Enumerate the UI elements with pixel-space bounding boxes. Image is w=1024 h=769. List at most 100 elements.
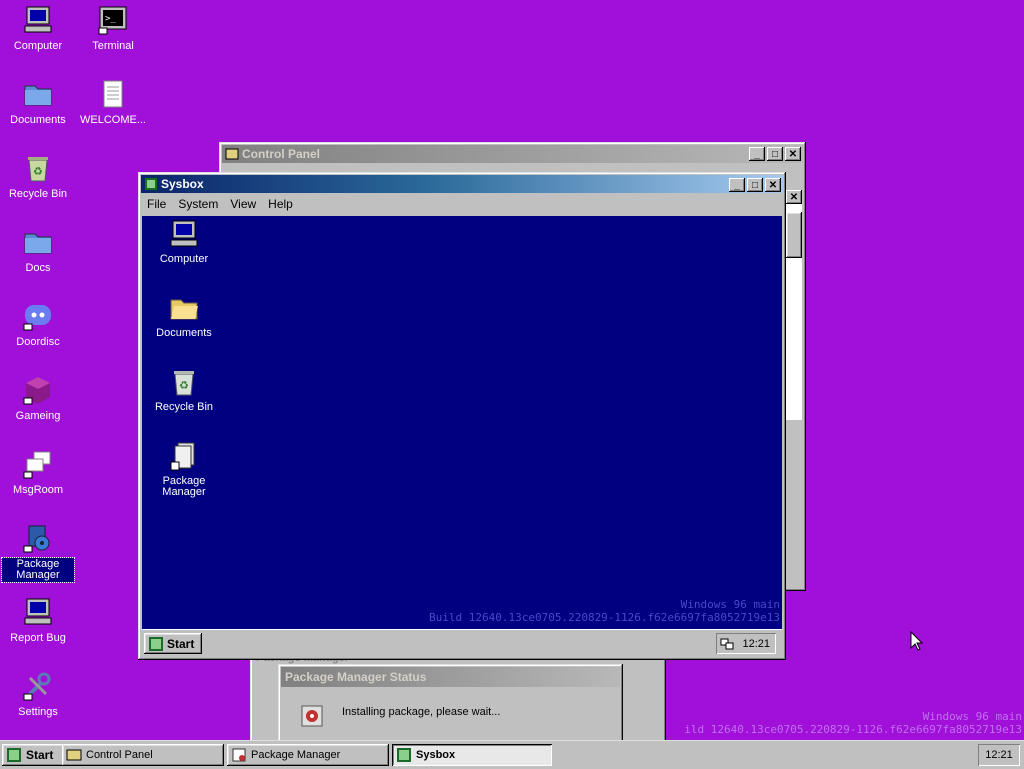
computer-bug-icon xyxy=(24,598,52,625)
dialog-title: Package Manager Status xyxy=(285,670,427,684)
icon-label: Documents xyxy=(10,114,66,126)
watermark-line2: Build 12640.13ce0705.220829-1126.f62e669… xyxy=(429,611,780,624)
clock: 12:21 xyxy=(985,749,1013,761)
icon-label: Computer xyxy=(159,253,209,265)
package-status-titlebar[interactable]: Package Manager Status xyxy=(281,667,620,687)
desktop-icon-computer[interactable]: Computer xyxy=(2,4,74,53)
sysbox-icon xyxy=(145,178,157,190)
open-folder-icon xyxy=(170,299,198,320)
folder-icon xyxy=(24,233,52,254)
sysbox-clock: 12:21 xyxy=(742,637,770,650)
sysbox-build-watermark: Windows 96 main Build 12640.13ce0705.220… xyxy=(429,598,780,624)
resize-grip[interactable] xyxy=(788,573,802,587)
tools-icon xyxy=(23,672,51,701)
icon-label: Docs xyxy=(25,262,51,274)
start-logo-icon xyxy=(7,748,21,762)
mouse-cursor-icon xyxy=(910,631,923,651)
icon-label: WELCOME... xyxy=(79,114,146,126)
watermark-line1: Windows 96 main xyxy=(680,598,780,611)
icon-label: Recycle Bin xyxy=(8,188,68,200)
desktop-icon-doordisc[interactable]: Doordisc xyxy=(2,300,74,349)
taskbar: Start Control Panel Package Manager Sysb… xyxy=(0,740,1024,769)
computer-icon xyxy=(24,6,52,33)
task-label: Sysbox xyxy=(416,749,456,761)
sysbox-menubar: File System View Help xyxy=(141,194,783,213)
scrollbar[interactable] xyxy=(786,190,802,587)
svg-text:♻: ♻ xyxy=(33,166,43,178)
control-panel-titlebar[interactable]: Control Panel xyxy=(222,145,803,163)
install-disk-icon xyxy=(301,705,323,727)
icon-label: Gameing xyxy=(15,410,61,422)
icon-label: MsgRoom xyxy=(12,484,64,496)
desktop-icon-msgroom[interactable]: MsgRoom xyxy=(2,448,74,497)
desktop-icon-package-manager[interactable]: Package Manager xyxy=(1,522,75,583)
sysbox-desktop[interactable]: Computer Documents ♻ Recycle Bin Package… xyxy=(142,216,782,629)
text-file-icon xyxy=(103,80,123,108)
install-status-text: Installing package, please wait... xyxy=(342,706,501,718)
desktop-icon-terminal[interactable]: >_ Terminal xyxy=(77,4,149,53)
sysbox-taskbar: Start 12:21 xyxy=(142,629,782,658)
start-label: Start xyxy=(26,748,54,762)
desktop-icon-recycle-bin[interactable]: ♻ Recycle Bin xyxy=(2,152,74,201)
sysbox-titlebar[interactable]: Sysbox xyxy=(141,175,783,193)
icon-label: Report Bug xyxy=(10,632,66,644)
desktop-icon-documents[interactable]: Documents xyxy=(2,78,74,127)
close-button[interactable]: ✕ xyxy=(785,147,801,161)
scrollbar-thumb[interactable] xyxy=(786,212,802,258)
icon-label: Documents xyxy=(156,327,212,339)
panel-close-button[interactable]: ✕ xyxy=(786,190,802,204)
desktop-icon-gameing[interactable]: Gameing xyxy=(2,374,74,423)
icon-label: Terminal xyxy=(92,40,134,52)
desktop-icon-welcome[interactable]: WELCOME... xyxy=(77,78,149,127)
task-label: Package Manager xyxy=(251,749,341,761)
control-panel-icon xyxy=(225,148,239,160)
icon-label: Recycle Bin xyxy=(154,401,214,413)
cube-icon xyxy=(23,377,50,405)
start-logo-icon xyxy=(149,636,163,651)
package-manager-window[interactable]: Package Manager Package Manager Status I… xyxy=(250,650,666,750)
icon-label: Package Manager xyxy=(162,475,206,498)
menu-help[interactable]: Help xyxy=(262,197,299,211)
maximize-button[interactable]: □ xyxy=(747,178,763,192)
desktop-icon-docs[interactable]: Docs xyxy=(2,226,74,275)
start-button[interactable]: Start xyxy=(2,744,64,766)
window-title: Sysbox xyxy=(161,177,204,191)
system-tray: 12:21 xyxy=(978,744,1020,766)
windows-stack-icon xyxy=(23,451,51,479)
desktop-build-watermark: Windows 96 main ild 12640.13ce0705.22082… xyxy=(684,710,1022,736)
sysbox-icon-recycle-bin[interactable]: ♻ Recycle Bin xyxy=(144,366,224,413)
icon-label: Package Manager xyxy=(1,557,75,583)
sysbox-icon-package-manager[interactable]: Package Manager xyxy=(144,440,224,498)
window-title: Control Panel xyxy=(242,147,321,161)
icon-label: Settings xyxy=(18,706,58,718)
task-package-manager[interactable]: Package Manager xyxy=(227,744,389,766)
sysbox-icon-documents[interactable]: Documents xyxy=(144,292,224,339)
task-control-panel[interactable]: Control Panel xyxy=(62,744,224,766)
computer-icon xyxy=(170,220,198,247)
recycle-bin-icon: ♻ xyxy=(174,371,194,396)
sysbox-window[interactable]: Sysbox _ □ ✕ File System View Help Compu… xyxy=(138,172,786,660)
package-manager-icon xyxy=(23,525,50,553)
scrollbar-track-lower xyxy=(786,420,802,587)
task-sysbox[interactable]: Sysbox xyxy=(392,744,552,766)
watermark-line2: ild 12640.13ce0705.220829-1126.f62e6697f… xyxy=(684,723,1022,736)
desktop-icon-report-bug[interactable]: Report Bug xyxy=(2,596,74,645)
icon-label: Computer xyxy=(13,40,63,52)
desktop-icon-settings[interactable]: Settings xyxy=(2,670,74,719)
maximize-button[interactable]: □ xyxy=(767,147,783,161)
chat-app-icon xyxy=(23,305,51,331)
sysbox-start-button[interactable]: Start xyxy=(144,633,202,654)
svg-text:>_: >_ xyxy=(105,14,116,24)
close-button[interactable]: ✕ xyxy=(765,178,781,192)
package-status-dialog[interactable]: Package Manager Status Installing packag… xyxy=(278,664,623,746)
minimize-button[interactable]: _ xyxy=(729,178,745,192)
terminal-icon: >_ xyxy=(98,6,127,35)
sysbox-icon xyxy=(397,748,411,762)
icon-label: Doordisc xyxy=(16,336,60,348)
menu-system[interactable]: System xyxy=(172,197,224,211)
menu-file[interactable]: File xyxy=(141,197,172,211)
menu-view[interactable]: View xyxy=(224,197,262,211)
sysbox-icon-computer[interactable]: Computer xyxy=(144,218,224,265)
task-label: Control Panel xyxy=(86,749,153,761)
minimize-button[interactable]: _ xyxy=(749,147,765,161)
